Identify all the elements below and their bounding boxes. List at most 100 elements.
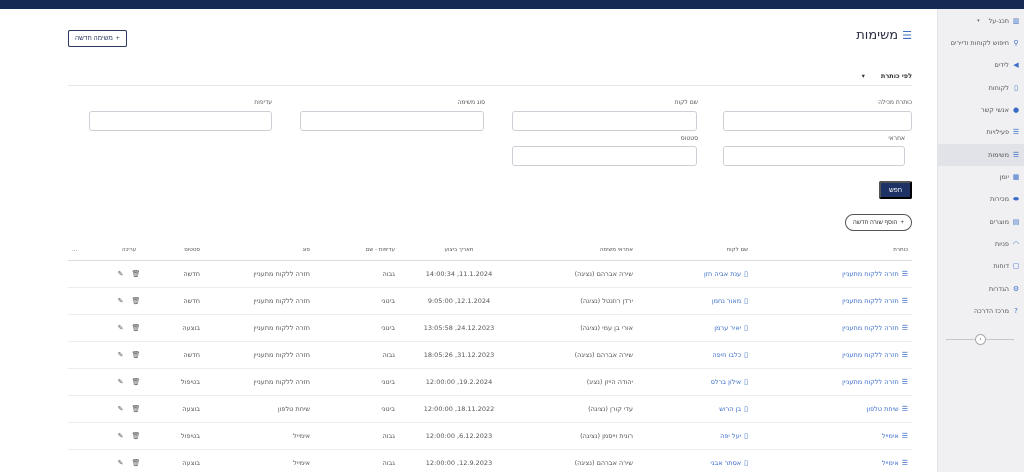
edit-icon[interactable]: ✎ <box>118 405 124 413</box>
more-columns-icon[interactable]: ... <box>68 240 104 261</box>
task-title-link[interactable]: חזרה ללקוח מתעניין <box>842 297 899 305</box>
priority-input[interactable] <box>89 111 272 131</box>
type-cell: אימייל <box>204 449 314 472</box>
list-check-icon: ☰ <box>1012 128 1020 136</box>
title-contains-input[interactable] <box>723 111 912 131</box>
column-header[interactable]: סטטוס <box>154 240 204 261</box>
status-cell: חדשה <box>154 260 204 288</box>
customer-link[interactable]: מאור נחמן <box>712 297 741 305</box>
sidebar-item-calendar[interactable]: ▦ יומן <box>937 166 1024 188</box>
chevron-down-icon: ▾ <box>977 18 980 24</box>
edit-icon[interactable]: ✎ <box>118 351 124 359</box>
delete-icon[interactable]: 🗑 <box>131 459 140 467</box>
column-header[interactable]: עדיפות - שם <box>314 240 399 261</box>
task-type-input[interactable] <box>300 111 484 131</box>
delete-icon[interactable]: 🗑 <box>131 324 140 332</box>
list-icon: ☰ <box>901 350 908 359</box>
status-input[interactable] <box>512 146 697 166</box>
sidebar: ▥ תכנ-על ▾ ⚲ חיפוש לקוחות ודיירים ◀ לידים ▯ ל… <box>937 9 1024 472</box>
search-button[interactable]: חפש <box>879 181 912 199</box>
sidebar-item-activities[interactable]: ☰ פעילויות <box>937 121 1024 143</box>
sidebar-item-search[interactable]: ⚲ חיפוש לקוחות ודיירים <box>937 32 1024 54</box>
task-title-link[interactable]: חזרה ללקוח מתעניין <box>842 324 899 332</box>
sidebar-item-reports[interactable]: ▢ דוחות <box>937 255 1024 277</box>
edit-icon[interactable]: ✎ <box>118 324 124 332</box>
sidebar-item-dashboard[interactable]: ▥ תכנ-על ▾ <box>937 10 1024 32</box>
customer-link[interactable]: ענת אביה חזן <box>704 270 741 278</box>
customer-icon: ▯ <box>744 377 748 386</box>
list-icon: ☰ <box>901 296 908 305</box>
delete-icon[interactable]: 🗑 <box>131 297 140 305</box>
customer-link[interactable]: יאיר ערמן <box>714 324 741 332</box>
delete-icon[interactable]: 🗑 <box>131 351 140 359</box>
customer-link[interactable]: יעל יפה <box>720 432 741 440</box>
task-title-link[interactable]: אימייל <box>882 432 899 440</box>
sidebar-item-label: מרכז הדרכה <box>974 307 1009 315</box>
delete-icon[interactable]: 🗑 <box>131 432 140 440</box>
priority-cell: בינוני <box>314 395 399 423</box>
priority-cell: גבוה <box>314 341 399 369</box>
sidebar-item-sales[interactable]: ⬬ מכירות <box>937 188 1024 210</box>
date-cell: 31.12.2023, 18:05:26 <box>399 341 519 369</box>
collapse-sidebar-icon[interactable]: ‹ <box>975 334 986 345</box>
date-cell: 24.12.2023, 13:05:58 <box>399 314 519 342</box>
sidebar-item-inquiries[interactable]: ◠ פניות <box>937 233 1024 255</box>
table-row[interactable]: ☰חזרה ללקוח מתעניין ▯מאור נחמן ירדן רוזנ… <box>68 287 912 315</box>
task-title-link[interactable]: שיחת טלפון <box>867 405 899 413</box>
table-row[interactable]: ☰אימייל ▯אסתר אבני שירה אברהם (נציגה) 12… <box>68 449 912 472</box>
table-row[interactable]: ☰חזרה ללקוח מתעניין ▯אילון ברלס יהודה הי… <box>68 368 912 396</box>
column-header[interactable]: תאריך ביצוע <box>399 240 519 261</box>
type-cell: חזרה ללקוח מתעניין <box>204 341 314 369</box>
delete-icon[interactable]: 🗑 <box>131 405 140 413</box>
sidebar-item-label: לקוחות <box>988 84 1009 92</box>
new-task-button[interactable]: + משימה חדשה <box>68 30 127 47</box>
task-title-link[interactable]: חזרה ללקוח מתעניין <box>842 270 899 278</box>
plus-icon: + <box>115 35 120 42</box>
page-title-text: משימות <box>856 28 899 43</box>
customer-link[interactable]: בן הרוש <box>719 405 741 413</box>
list-icon: ☰ <box>901 377 908 386</box>
task-title-link[interactable]: חזרה ללקוח מתעניין <box>842 378 899 386</box>
customer-link[interactable]: כלבו חיפה <box>712 351 741 359</box>
divider <box>68 85 912 86</box>
task-title-link[interactable]: אימייל <box>882 459 899 467</box>
sidebar-item-leads[interactable]: ◀ לידים <box>937 54 1024 76</box>
column-header[interactable]: סוג <box>204 240 314 261</box>
edit-icon[interactable]: ✎ <box>118 270 124 278</box>
table-row[interactable]: ☰חזרה ללקוח מתעניין ▯ענת אביה חזן שירה א… <box>68 260 912 288</box>
type-cell: חזרה ללקוח מתעניין <box>204 260 314 288</box>
add-row-button[interactable]: + הוסף שורה חדשה <box>844 214 912 231</box>
customer-name-input[interactable] <box>512 111 697 131</box>
headset-icon: ◠ <box>1012 240 1020 248</box>
sidebar-item-tasks[interactable]: ☰ משימות <box>937 144 1024 166</box>
edit-icon[interactable]: ✎ <box>118 432 124 440</box>
delete-icon[interactable]: 🗑 <box>131 378 140 386</box>
customer-icon: ▯ <box>744 431 748 440</box>
table-row[interactable]: ☰שיחת טלפון ▯בן הרוש עדי קורן (נציגה) 18… <box>68 395 912 423</box>
delete-icon[interactable]: 🗑 <box>131 270 140 278</box>
customer-link[interactable]: אסתר אבני <box>710 459 741 467</box>
column-header[interactable]: שם לקוח <box>637 240 752 261</box>
filter-mode-select[interactable]: לפי כותרת ▾ <box>862 72 912 80</box>
sidebar-item-training[interactable]: ? מרכז הדרכה <box>937 300 1024 322</box>
priority-cell: בינוני <box>314 368 399 396</box>
priority-cell: בינוני <box>314 314 399 342</box>
sidebar-item-contacts[interactable]: ● אנשי קשר <box>937 99 1024 121</box>
edit-icon[interactable]: ✎ <box>118 297 124 305</box>
table-row[interactable]: ☰חזרה ללקוח מתעניין ▯יאיר ערמן אורי בן ע… <box>68 314 912 342</box>
chevron-down-icon: ▾ <box>861 72 865 80</box>
edit-icon[interactable]: ✎ <box>118 378 124 386</box>
sidebar-item-products[interactable]: ▤ מוצרים <box>937 211 1024 233</box>
page-title: ☰ משימות <box>856 28 912 43</box>
task-title-link[interactable]: חזרה ללקוח מתעניין <box>842 351 899 359</box>
column-header[interactable]: כותרת <box>752 240 912 261</box>
customer-link[interactable]: אילון ברלס <box>711 378 741 386</box>
table-row[interactable]: ☰אימייל ▯יעל יפה רונית וייסמן (נציגה) 6.… <box>68 422 912 450</box>
edit-icon[interactable]: ✎ <box>118 459 124 467</box>
owner-input[interactable] <box>723 146 905 166</box>
sidebar-item-settings[interactable]: ⚙ הגדרות <box>937 278 1024 300</box>
column-header[interactable]: אחראי משימה <box>519 240 637 261</box>
date-cell: 12.1.2024, 9:05:00 <box>399 287 519 315</box>
sidebar-item-customers[interactable]: ▯ לקוחות <box>937 77 1024 99</box>
table-row[interactable]: ☰חזרה ללקוח מתעניין ▯כלבו חיפה שירה אברה… <box>68 341 912 369</box>
